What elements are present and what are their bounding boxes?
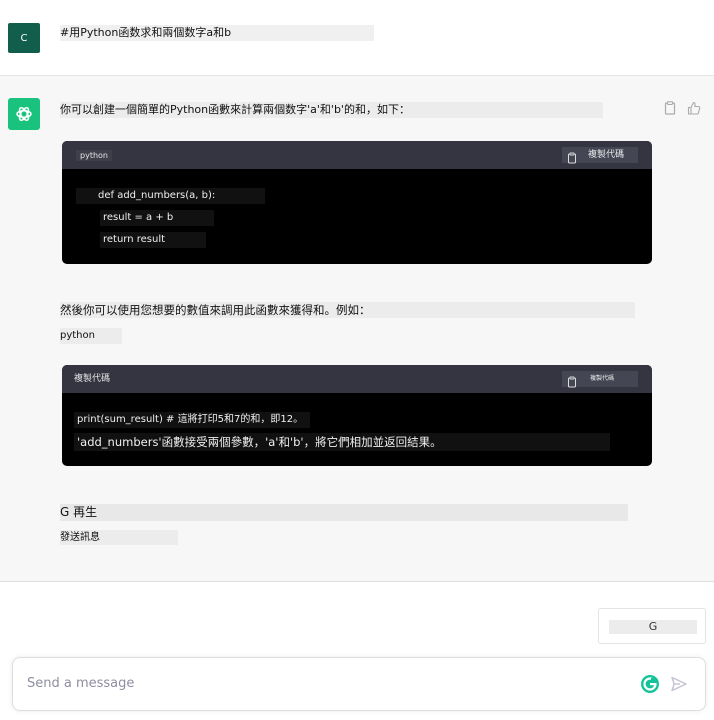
message-input-box[interactable]: Send a message <box>12 657 706 711</box>
code-line: 'add_numbers'函數接受兩個參數，'a'和'b'，將它們相加並返回結果… <box>74 433 610 451</box>
user-avatar: C <box>8 23 40 53</box>
code-block: python 複製代碼 def add_numbers(a, b): resul… <box>62 141 652 264</box>
code-block-header: python 複製代碼 <box>62 141 652 169</box>
assistant-intro-text: 你可以創建一個簡單的Python函數來計算兩個数字'a'和'b'的和，如下： <box>60 102 603 118</box>
code-block: 複製代碼 複製代碼 print(sum_result) # 這將打印5和7的和，… <box>62 365 652 466</box>
code-line: def add_numbers(a, b): <box>76 188 265 204</box>
code-language-label: 複製代碼 <box>74 374 111 384</box>
thumbs-up-icon[interactable] <box>686 100 702 116</box>
python-label: python <box>60 328 122 344</box>
clipboard-icon <box>566 373 578 388</box>
clipboard-icon <box>566 149 578 164</box>
copy-code-label: 複製代碼 <box>588 150 625 160</box>
copy-code-label: 複製代碼 <box>590 375 615 382</box>
clipboard-icon[interactable] <box>662 100 678 116</box>
user-message-text: #用Python函数求和兩個数字a和b <box>60 25 374 41</box>
grammarly-icon[interactable] <box>640 674 660 694</box>
code-line: result = a + b <box>100 210 214 226</box>
copy-code-button[interactable]: 複製代碼 <box>562 147 638 164</box>
regenerate-button[interactable]: G <box>598 608 706 644</box>
code-line: return result <box>100 232 206 248</box>
code-line: print(sum_result) # 這將打印5和7的和，即12。 <box>74 412 310 428</box>
regenerate-label[interactable]: G 再生 <box>60 504 628 521</box>
assistant-followup-text: 然後你可以使用您想要的數值來調用此函數來獲得和。例如： <box>60 302 635 318</box>
code-block-header: 複製代碼 複製代碼 <box>62 365 652 393</box>
send-icon[interactable] <box>670 675 688 693</box>
message-input-placeholder[interactable]: Send a message <box>27 676 134 692</box>
chatgpt-logo-icon <box>8 98 40 130</box>
regenerate-button-label: G <box>609 620 697 634</box>
copy-code-button[interactable]: 複製代碼 <box>562 371 638 388</box>
code-language-label: python <box>76 150 112 161</box>
send-message-label: 發送訊息 <box>60 530 178 545</box>
